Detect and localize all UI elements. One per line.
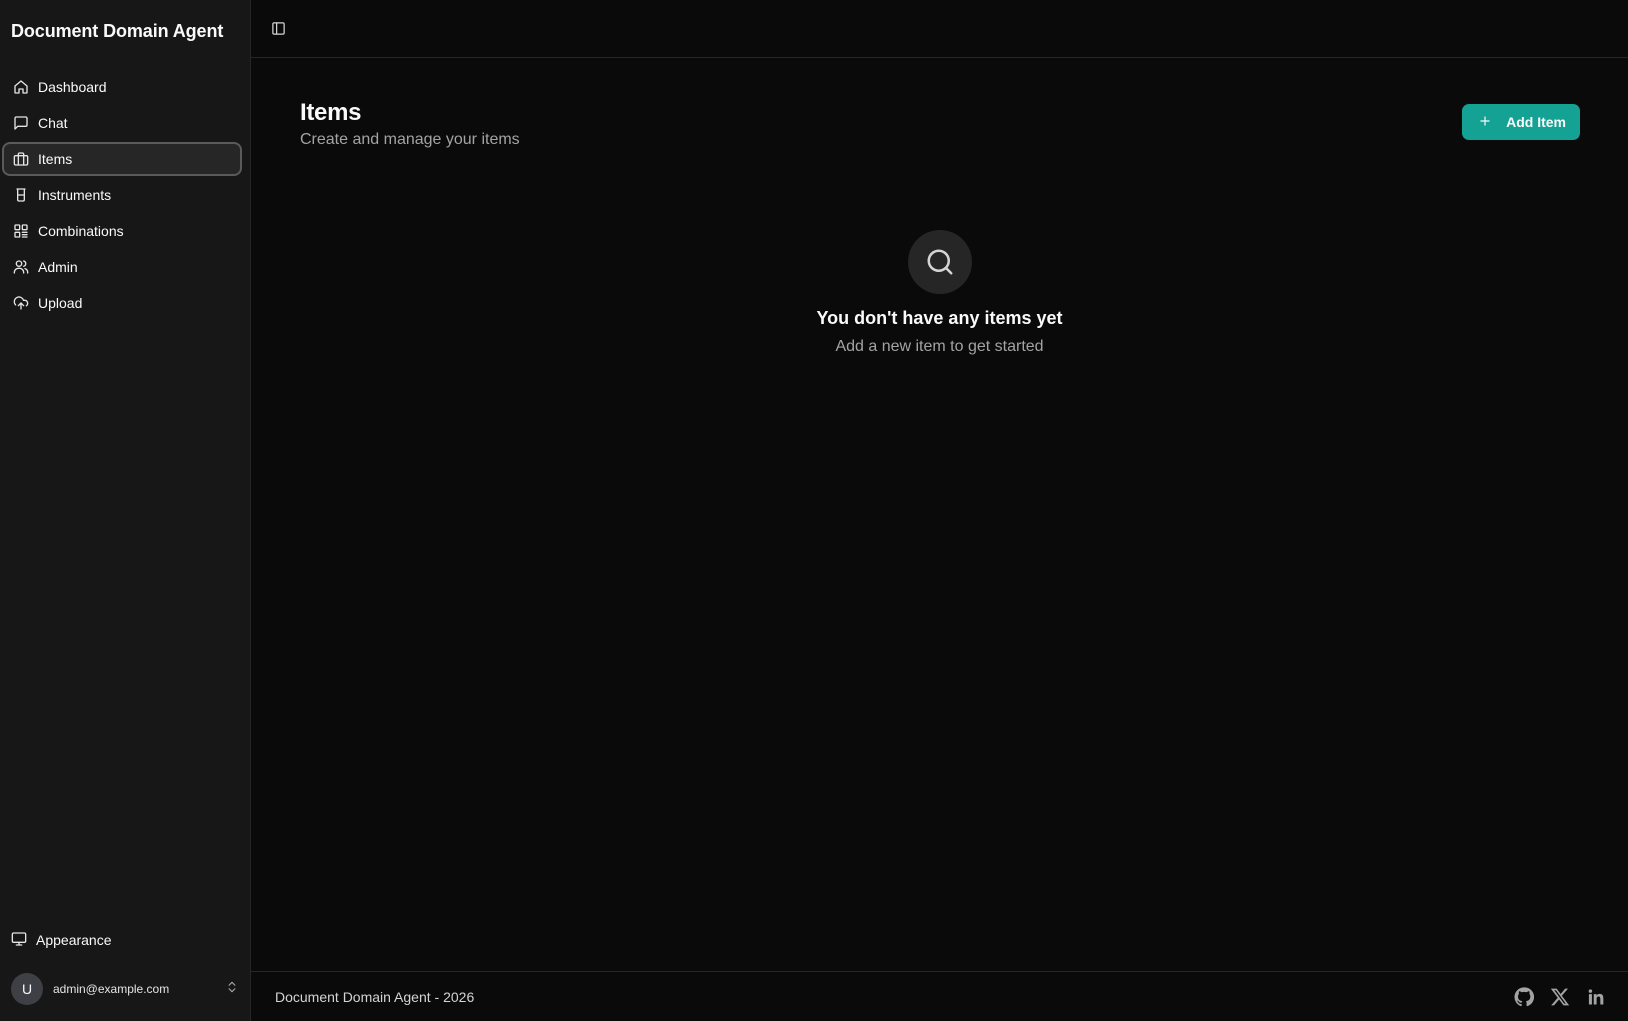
sidebar: Document Domain Agent Dashboard Chat Ite… <box>0 0 251 1021</box>
sidebar-item-label: Admin <box>38 259 78 275</box>
appearance-button[interactable]: Appearance <box>2 923 242 957</box>
sidebar-item-chat[interactable]: Chat <box>2 106 242 140</box>
empty-state-title: You don't have any items yet <box>816 308 1063 328</box>
github-icon[interactable] <box>1514 986 1534 1007</box>
sidebar-item-instruments[interactable]: Instruments <box>2 178 242 212</box>
sidebar-item-label: Dashboard <box>38 79 107 95</box>
page-content: Items Create and manage your items Add I… <box>251 58 1628 971</box>
footer-text: Document Domain Agent - 2026 <box>275 988 475 1005</box>
footer: Document Domain Agent - 2026 <box>251 971 1628 1021</box>
search-icon <box>907 230 972 294</box>
brand-title: Document Domain Agent <box>11 21 224 41</box>
linkedin-icon[interactable] <box>1586 987 1606 1007</box>
plus-icon <box>1478 114 1492 131</box>
page-heading-group: Items Create and manage your items <box>300 99 520 149</box>
beaker-icon <box>13 187 29 203</box>
user-menu[interactable]: U admin@example.com <box>0 965 250 1013</box>
add-item-label: Add Item <box>1506 114 1566 130</box>
page-subtitle: Create and manage your items <box>300 131 520 148</box>
sidebar-toggle-icon[interactable] <box>268 19 288 39</box>
page-title: Items <box>300 99 362 126</box>
app-root: Document Domain Agent Dashboard Chat Ite… <box>0 0 1628 1021</box>
sidebar-item-combinations[interactable]: Combinations <box>2 214 242 248</box>
briefcase-icon <box>13 151 29 167</box>
home-icon <box>13 79 29 95</box>
cloud-upload-icon <box>13 295 29 311</box>
sidebar-item-label: Upload <box>38 295 83 311</box>
sidebar-item-upload[interactable]: Upload <box>2 286 242 320</box>
empty-state-subtitle: Add a new item to get started <box>835 338 1044 355</box>
add-item-button[interactable]: Add Item <box>1462 104 1580 140</box>
layout-grid-icon <box>13 223 29 239</box>
empty-state: You don't have any items yet Add a new i… <box>251 230 1628 356</box>
sidebar-item-dashboard[interactable]: Dashboard <box>2 70 242 104</box>
sidebar-nav: Dashboard Chat Items Instruments Combina… <box>0 70 250 322</box>
appearance-label: Appearance <box>36 932 112 948</box>
page-header: Items Create and manage your items Add I… <box>300 99 1580 149</box>
main-area: Items Create and manage your items Add I… <box>251 0 1628 1021</box>
sidebar-item-admin[interactable]: Admin <box>2 250 242 284</box>
topbar <box>251 0 1628 58</box>
x-icon[interactable] <box>1550 987 1570 1007</box>
sidebar-item-label: Instruments <box>38 187 112 203</box>
users-icon <box>13 259 29 275</box>
social-links <box>1514 986 1606 1007</box>
message-square-icon <box>13 115 29 131</box>
monitor-icon <box>11 931 27 950</box>
avatar: U <box>11 973 43 1005</box>
sidebar-item-label: Chat <box>38 115 68 131</box>
sidebar-item-label: Items <box>38 151 73 167</box>
sidebar-item-label: Combinations <box>38 223 124 239</box>
user-email: admin@example.com <box>53 982 170 996</box>
chevrons-up-down-icon <box>225 980 239 999</box>
sidebar-footer: Appearance U admin@example.com <box>0 923 250 1021</box>
sidebar-item-items[interactable]: Items <box>2 142 242 176</box>
